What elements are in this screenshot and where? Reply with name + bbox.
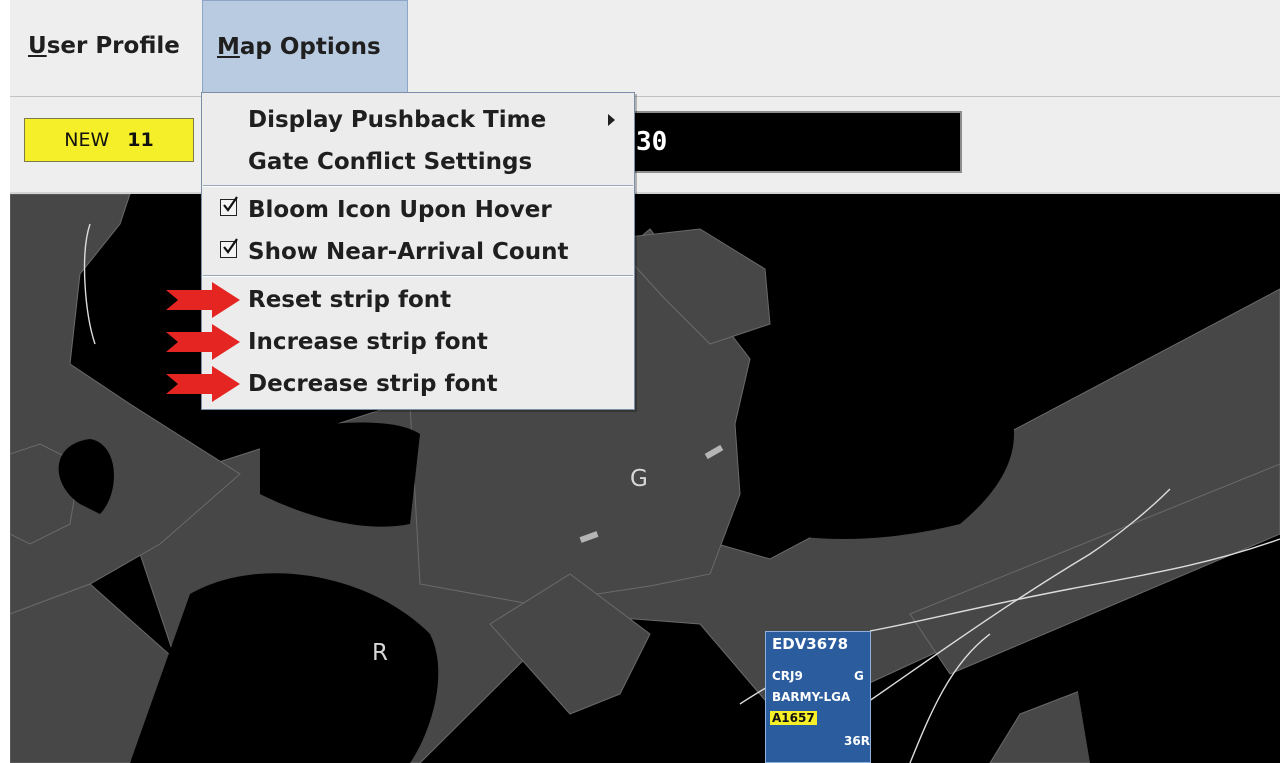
- map-label-r: R: [372, 640, 388, 666]
- menu-bar: User Profile Map Options: [10, 0, 1280, 97]
- menu-show-near-arrival-count[interactable]: Show Near-Arrival Count: [202, 231, 634, 273]
- menu-bloom-icon-upon-hover[interactable]: Bloom Icon Upon Hover: [202, 189, 634, 231]
- flight-route: BARMY-LGA: [772, 690, 851, 704]
- new-flights-badge[interactable]: NEW 11: [24, 118, 194, 162]
- map-label-g: G: [630, 466, 648, 492]
- bloom-icon-upon-hover-label: Bloom Icon Upon Hover: [248, 197, 552, 223]
- red-arrow-icon: [166, 366, 240, 402]
- checkbox-checked-icon: [220, 196, 238, 216]
- menu-gate-conflict-settings[interactable]: Gate Conflict Settings: [202, 141, 634, 183]
- red-arrow-icon: [166, 282, 240, 318]
- menu-map-options-mnemonic: M: [217, 33, 240, 60]
- toolbar-black-field[interactable]: 30: [626, 111, 962, 173]
- menu-increase-strip-font[interactable]: Increase strip font: [202, 321, 634, 363]
- aircraft-type: CRJ9: [772, 669, 803, 683]
- menu-reset-strip-font[interactable]: Reset strip font: [202, 279, 634, 321]
- map-options-dropdown: Display Pushback Time Gate Conflict Sett…: [201, 92, 635, 410]
- app-window: User Profile Map Options NEW 11 30 G R E…: [0, 0, 1280, 763]
- show-near-arrival-count-label: Show Near-Arrival Count: [248, 239, 569, 265]
- checkbox-checked-icon: [220, 238, 238, 258]
- menu-map-options[interactable]: Map Options: [202, 0, 408, 92]
- submenu-arrow-icon: [608, 114, 615, 126]
- reset-strip-font-label: Reset strip font: [248, 287, 452, 313]
- new-badge-label: NEW: [64, 129, 110, 151]
- gate-conflict-settings-label: Gate Conflict Settings: [248, 149, 533, 175]
- menu-decrease-strip-font[interactable]: Decrease strip font: [202, 363, 634, 405]
- menu-user-profile-mnemonic: U: [28, 33, 47, 59]
- flight-callsign: EDV3678: [772, 635, 849, 653]
- flight-strip[interactable]: EDV3678 CRJ9 G BARMY-LGA A1657 36R: [765, 631, 871, 763]
- flight-gate: A1657: [770, 711, 817, 725]
- red-arrow-icon: [166, 324, 240, 360]
- menu-user-profile-label: ser Profile: [46, 33, 180, 59]
- menu-display-pushback-time[interactable]: Display Pushback Time: [202, 99, 634, 141]
- flight-runway: 36R: [844, 734, 870, 748]
- display-pushback-time-label: Display Pushback Time: [248, 107, 547, 133]
- menu-separator-2: [203, 275, 633, 277]
- aircraft-category: G: [854, 669, 864, 683]
- decrease-strip-font-label: Decrease strip font: [248, 371, 498, 397]
- new-badge-count: 11: [127, 129, 154, 151]
- map-void-5: [1070, 594, 1280, 763]
- menu-map-options-label: ap Options: [239, 33, 381, 60]
- menu-separator-1: [203, 185, 633, 187]
- increase-strip-font-label: Increase strip font: [248, 329, 488, 355]
- menu-user-profile[interactable]: User Profile: [14, 0, 194, 92]
